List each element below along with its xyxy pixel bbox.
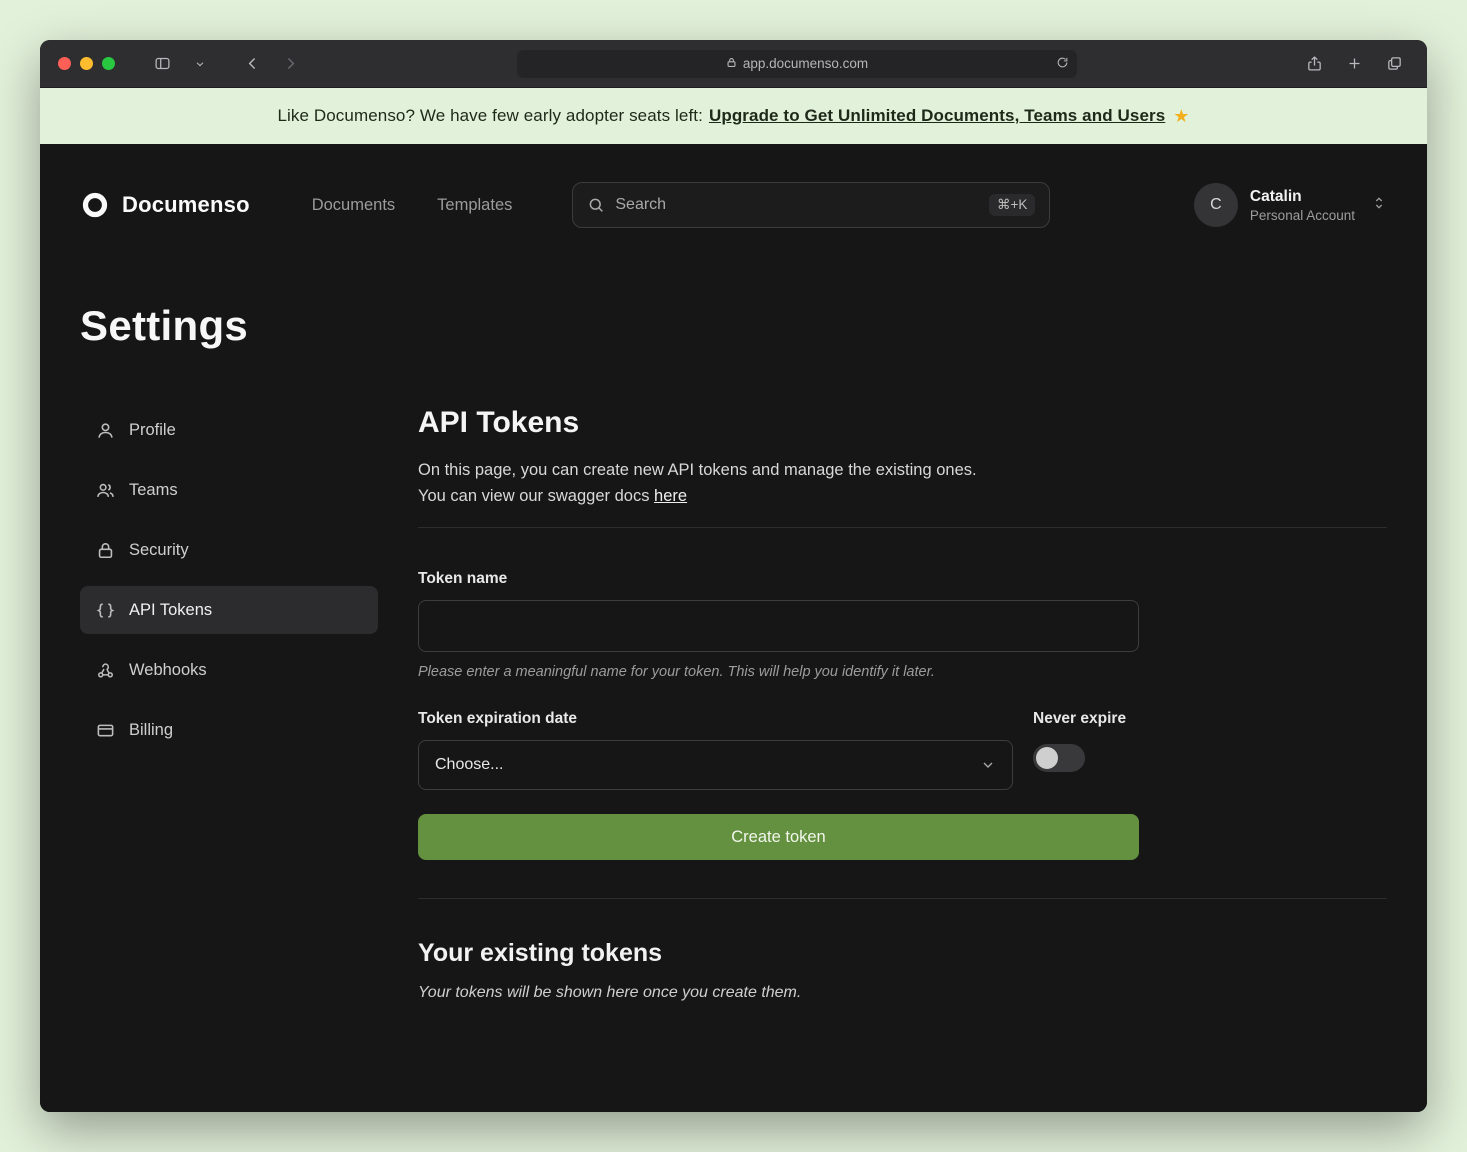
documenso-logo-icon: [80, 190, 110, 220]
search-icon: [587, 196, 605, 214]
sidebar-item-billing[interactable]: Billing: [80, 706, 378, 754]
create-token-form: Token name Please enter a meaningful nam…: [418, 570, 1139, 860]
api-tokens-panel: API Tokens On this page, you can create …: [418, 406, 1387, 1002]
description-line2: You can view our swagger docs: [418, 487, 649, 505]
credit-card-icon: [96, 721, 115, 740]
promo-text: Like Documenso? We have few early adopte…: [277, 106, 703, 126]
lock-icon: [96, 541, 115, 560]
address-bar[interactable]: app.documenso.com: [517, 50, 1077, 78]
back-button[interactable]: [237, 50, 267, 78]
token-name-input[interactable]: [418, 600, 1139, 652]
divider: [418, 527, 1387, 528]
page-title: Settings: [80, 302, 1387, 350]
expiration-row: Token expiration date Choose... Never ex…: [418, 710, 1139, 790]
token-name-helper: Please enter a meaningful name for your …: [418, 664, 1139, 680]
section-title: API Tokens: [418, 406, 1387, 440]
swagger-docs-link[interactable]: here: [654, 487, 687, 505]
forward-button[interactable]: [275, 50, 305, 78]
toggle-knob: [1036, 747, 1058, 769]
expiration-label: Token expiration date: [418, 710, 1013, 728]
chevron-up-down-icon: [1371, 195, 1387, 216]
zoom-window-button[interactable]: [102, 57, 115, 70]
never-expire-toggle[interactable]: [1033, 744, 1085, 772]
sidebar-item-webhooks[interactable]: Webhooks: [80, 646, 378, 694]
lock-icon: [726, 56, 737, 71]
existing-tokens-title: Your existing tokens: [418, 939, 1387, 968]
close-window-button[interactable]: [58, 57, 71, 70]
reload-icon[interactable]: [1056, 56, 1069, 72]
chevron-down-icon: [980, 757, 996, 773]
app-header: Documenso Documents Templates ⌘+K C Cata…: [80, 144, 1387, 240]
section-description: On this page, you can create new API tok…: [418, 458, 1387, 509]
token-name-label: Token name: [418, 570, 1139, 588]
new-tab-icon[interactable]: [1339, 50, 1369, 78]
sidebar-item-api-tokens[interactable]: API Tokens: [80, 586, 378, 634]
expiration-column: Token expiration date Choose...: [418, 710, 1013, 790]
search-shortcut: ⌘+K: [989, 194, 1035, 216]
titlebar-right-tools: [1299, 50, 1409, 78]
browser-window: app.documenso.com Like Documenso? We hav…: [40, 40, 1427, 1112]
sidebar-item-label: Webhooks: [129, 661, 207, 680]
sidebar-item-label: Profile: [129, 421, 176, 440]
user-icon: [96, 421, 115, 440]
minimize-window-button[interactable]: [80, 57, 93, 70]
sidebar-item-teams[interactable]: Teams: [80, 466, 378, 514]
never-expire-label: Never expire: [1033, 710, 1126, 728]
window-controls: [58, 57, 115, 70]
main-nav: Documents Templates: [312, 196, 513, 215]
user-account-type: Personal Account: [1250, 208, 1355, 223]
expiration-select[interactable]: Choose...: [418, 740, 1013, 790]
sidebar-item-label: Teams: [129, 481, 178, 500]
braces-icon: [96, 601, 115, 620]
existing-tokens-empty-text: Your tokens will be shown here once you …: [418, 984, 1387, 1002]
never-expire-column: Never expire: [1033, 710, 1126, 790]
sidebar-item-security[interactable]: Security: [80, 526, 378, 574]
brand-name: Documenso: [122, 192, 250, 218]
nav-templates[interactable]: Templates: [437, 196, 512, 215]
upgrade-link[interactable]: Upgrade to Get Unlimited Documents, Team…: [709, 106, 1165, 126]
url-text: app.documenso.com: [743, 56, 868, 71]
documenso-app: Documenso Documents Templates ⌘+K C Cata…: [40, 144, 1427, 1112]
settings-layout: Profile Teams Security API Tokens Webhoo…: [80, 406, 1387, 1002]
user-menu[interactable]: C Catalin Personal Account: [1194, 183, 1387, 227]
user-meta: Catalin Personal Account: [1250, 188, 1355, 223]
user-name: Catalin: [1250, 188, 1355, 206]
promo-banner: Like Documenso? We have few early adopte…: [40, 88, 1427, 144]
search-input[interactable]: [615, 196, 979, 214]
create-token-button[interactable]: Create token: [418, 814, 1139, 860]
documenso-logo[interactable]: Documenso: [80, 190, 250, 220]
search-bar[interactable]: ⌘+K: [572, 182, 1050, 228]
expiration-value: Choose...: [435, 756, 503, 774]
sidebar-item-label: Security: [129, 541, 189, 560]
sidebar-item-profile[interactable]: Profile: [80, 406, 378, 454]
nav-documents[interactable]: Documents: [312, 196, 395, 215]
share-icon[interactable]: [1299, 50, 1329, 78]
description-line1: On this page, you can create new API tok…: [418, 461, 977, 479]
avatar[interactable]: C: [1194, 183, 1238, 227]
star-icon: ★: [1173, 106, 1189, 127]
webhook-icon: [96, 661, 115, 680]
tab-overview-chevron-icon[interactable]: [185, 50, 215, 78]
settings-sidebar: Profile Teams Security API Tokens Webhoo…: [80, 406, 378, 1002]
users-icon: [96, 481, 115, 500]
divider: [418, 898, 1387, 899]
browser-titlebar: app.documenso.com: [40, 40, 1427, 88]
sidebar-item-label: Billing: [129, 721, 173, 740]
sidebar-item-label: API Tokens: [129, 601, 212, 620]
tab-overview-icon[interactable]: [1379, 50, 1409, 78]
sidebar-toggle-icon[interactable]: [147, 50, 177, 78]
